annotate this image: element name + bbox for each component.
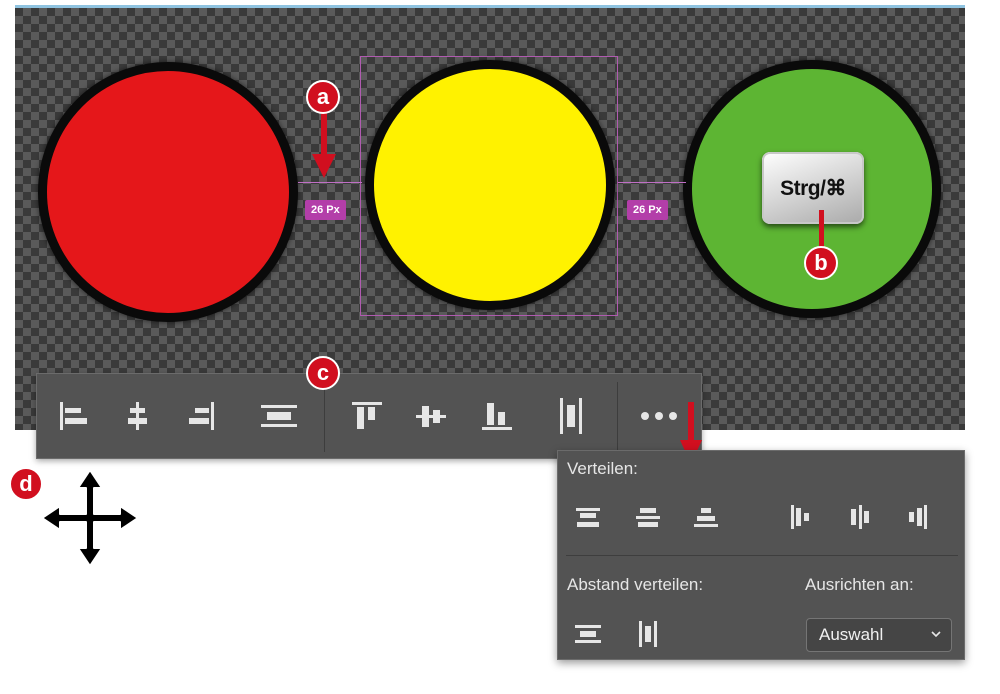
key-label: Strg/⌘ [780, 176, 846, 200]
toolbar-separator [324, 382, 325, 452]
align-vertical-centers-icon[interactable] [411, 396, 451, 436]
align-to-value: Auswahl [819, 625, 884, 644]
distribute-left-edges-icon[interactable] [784, 501, 816, 533]
align-left-edges-icon[interactable] [53, 396, 93, 436]
marker-d: d [9, 467, 43, 501]
arrow-down-icon [312, 110, 336, 178]
distribute-panel: Verteilen: Abstand verteilen: Ausrichten… [557, 450, 965, 660]
distribute-vertical-spacing-icon[interactable] [572, 618, 604, 650]
distribute-right-edges-icon[interactable] [902, 501, 934, 533]
gap-line-left [298, 182, 362, 183]
gap-badge-right: 26 Px [627, 200, 668, 220]
align-to-label: Ausrichten an: [805, 575, 914, 594]
distribute-top-edges-icon[interactable] [572, 501, 604, 533]
chevron-down-icon [931, 631, 941, 638]
align-horizontal-centers-icon[interactable] [117, 396, 157, 436]
more-options-icon[interactable] [639, 396, 679, 436]
marker-b: b [804, 246, 838, 280]
panel-divider [566, 555, 958, 556]
yellow-light-circle[interactable] [365, 60, 615, 310]
distribute-label: Verteilen: [567, 459, 638, 478]
marker-a: a [306, 80, 340, 114]
strg-cmd-key: Strg/⌘ [762, 152, 864, 224]
distribute-horizontal-spacing-icon[interactable] [632, 618, 664, 650]
distribute-spacing-label: Abstand verteilen: [567, 575, 704, 594]
distribute-horizontal-spacing-icon[interactable] [551, 396, 591, 436]
toolbar-separator [617, 382, 618, 452]
distribute-bottom-edges-icon[interactable] [690, 501, 722, 533]
align-top-edges-icon[interactable] [347, 396, 387, 436]
align-toolbar [36, 373, 702, 459]
gap-badge-left: 26 Px [305, 200, 346, 220]
marker-c: c [306, 356, 340, 390]
distribute-vertical-centers-icon[interactable] [632, 501, 664, 533]
align-bottom-edges-icon[interactable] [477, 396, 517, 436]
red-light-circle[interactable] [38, 62, 298, 322]
move-cursor-icon [41, 469, 139, 567]
marker-b-line [819, 210, 824, 248]
gap-line-right [618, 182, 686, 183]
align-to-select[interactable]: Auswahl [806, 618, 952, 652]
distribute-vertical-spacing-icon[interactable] [259, 396, 299, 436]
align-right-edges-icon[interactable] [181, 396, 221, 436]
distribute-horizontal-centers-icon[interactable] [844, 501, 876, 533]
